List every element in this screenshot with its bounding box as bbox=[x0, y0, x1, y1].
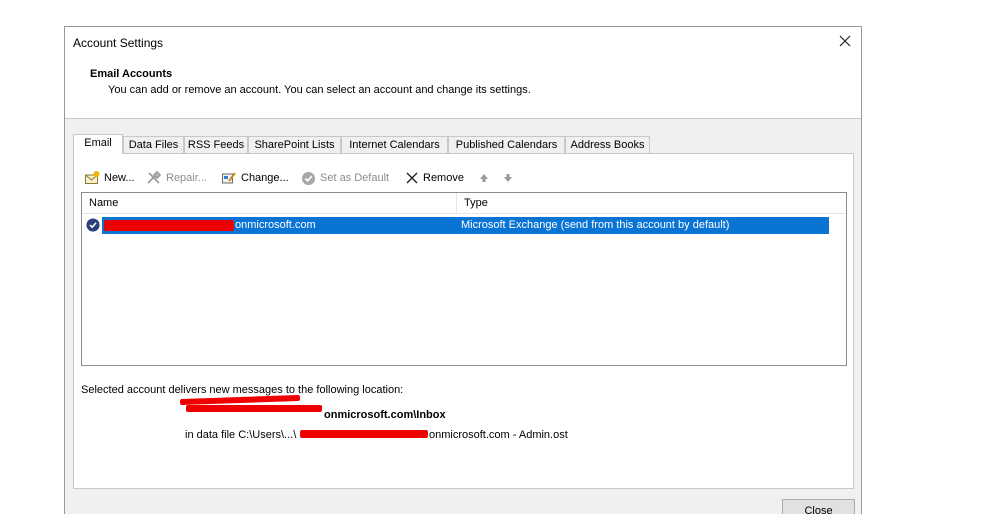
arrow-up-icon bbox=[480, 174, 488, 182]
checkmark-circle-icon bbox=[301, 171, 316, 185]
default-account-check-icon bbox=[86, 218, 100, 235]
account-type: Microsoft Exchange (send from this accou… bbox=[461, 219, 730, 231]
section-description: You can add or remove an account. You ca… bbox=[108, 84, 531, 96]
title-bar: Account Settings bbox=[65, 27, 861, 57]
remove-label: Remove bbox=[423, 172, 464, 184]
tab-sharepoint-lists[interactable]: SharePoint Lists bbox=[248, 136, 341, 153]
close-icon[interactable] bbox=[837, 33, 853, 49]
new-account-button[interactable]: New... bbox=[84, 169, 135, 187]
move-down-button[interactable] bbox=[502, 169, 514, 187]
data-file-suffix: onmicrosoft.com - Admin.ost bbox=[429, 429, 568, 441]
redaction-mark bbox=[179, 394, 301, 406]
account-settings-dialog: Account Settings Email Accounts You can … bbox=[64, 26, 862, 514]
accounts-list[interactable]: Name Type onmicrosoft.com Microsoft Exch… bbox=[81, 192, 847, 366]
arrow-down-icon bbox=[504, 174, 512, 182]
tab-email[interactable]: Email bbox=[73, 134, 123, 154]
column-header-name[interactable]: Name bbox=[82, 193, 456, 214]
repair-button[interactable]: Repair... bbox=[146, 169, 207, 187]
tools-icon bbox=[147, 170, 162, 184]
change-button[interactable]: Change... bbox=[221, 169, 289, 187]
header: Email Accounts You can add or remove an … bbox=[65, 57, 861, 119]
change-label: Change... bbox=[241, 172, 289, 184]
table-row[interactable]: onmicrosoft.com Microsoft Exchange (send… bbox=[102, 217, 829, 234]
email-tab-panel: New... Repair... Change... Set as Defaul… bbox=[73, 153, 854, 489]
section-title: Email Accounts bbox=[90, 68, 173, 80]
move-up-button[interactable] bbox=[478, 169, 490, 187]
inbox-location: onmicrosoft.com\Inbox bbox=[324, 409, 446, 421]
redaction-mark bbox=[300, 430, 428, 438]
close-button[interactable]: Close bbox=[782, 499, 855, 514]
set-as-default-button[interactable]: Set as Default bbox=[301, 169, 389, 187]
tab-rss-feeds[interactable]: RSS Feeds bbox=[184, 136, 248, 153]
window-title: Account Settings bbox=[73, 36, 164, 50]
set-as-default-label: Set as Default bbox=[320, 172, 390, 184]
tab-data-files[interactable]: Data Files bbox=[123, 136, 184, 153]
remove-x-icon bbox=[406, 172, 418, 184]
account-name: onmicrosoft.com bbox=[235, 219, 316, 231]
remove-button[interactable]: Remove bbox=[405, 169, 464, 187]
tab-internet-calendars[interactable]: Internet Calendars bbox=[341, 136, 448, 153]
new-mail-icon bbox=[85, 171, 100, 184]
redaction-mark bbox=[186, 405, 322, 412]
delivery-label: Selected account delivers new messages t… bbox=[81, 384, 404, 396]
tab-published-calendars[interactable]: Published Calendars bbox=[448, 136, 565, 153]
new-account-label: New... bbox=[104, 172, 135, 184]
tab-address-books[interactable]: Address Books bbox=[565, 136, 650, 153]
repair-label: Repair... bbox=[166, 172, 207, 184]
data-file-prefix: in data file C:\Users\...\ bbox=[185, 429, 297, 441]
edit-account-icon bbox=[222, 172, 236, 184]
redaction-mark bbox=[104, 220, 234, 231]
column-header-type[interactable]: Type bbox=[456, 193, 846, 214]
